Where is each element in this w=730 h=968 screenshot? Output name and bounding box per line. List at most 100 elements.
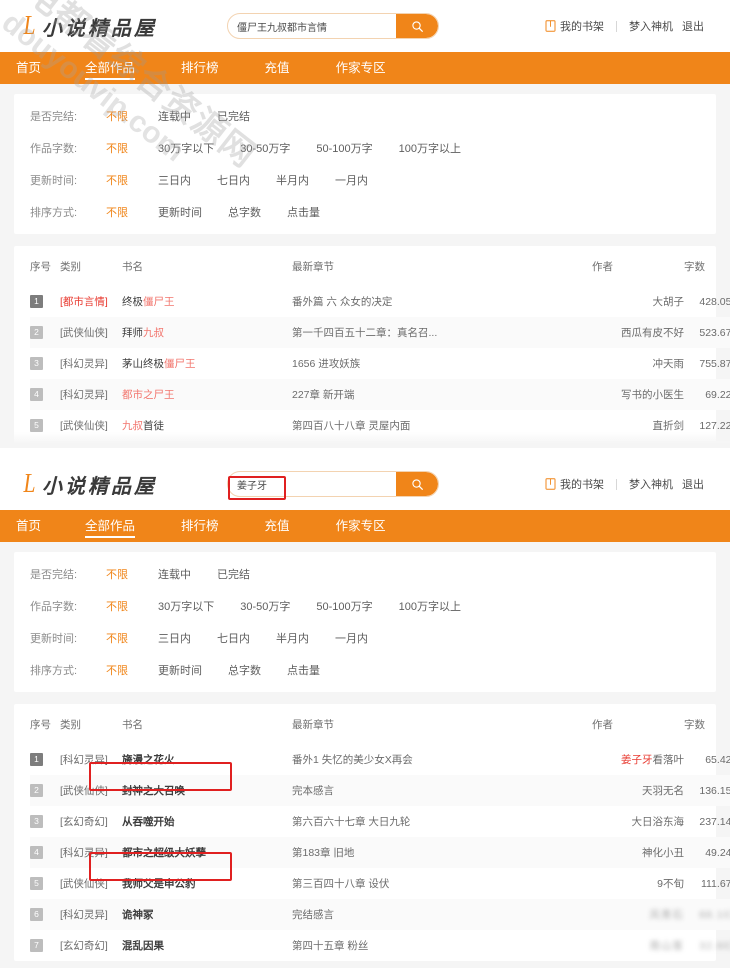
search-button-bottom[interactable] [396,472,438,496]
my-bookshelf-link-top[interactable]: 我的书架 [545,18,604,34]
filter-option-updatetime-2-top[interactable]: 七日内 [217,172,250,188]
table-row[interactable]: 2 [武侠仙侠]封神之大召唤 完本感言 天羽无名 136.15万 [30,775,730,806]
row-category[interactable]: [科幻灵异] [60,899,122,930]
filter-option-wordcount-1-bottom[interactable]: 30万字以下 [158,598,214,614]
table-row[interactable]: 7 [玄幻奇幻]混乱因果 第四十五章 粉丝 南山客 32.60万 [30,930,730,961]
row-book-name[interactable]: 从九叔开始 [122,441,292,448]
row-category[interactable]: [武侠仙侠] [60,410,122,441]
filter-option-sort-2-top[interactable]: 总字数 [228,204,261,220]
row-latest-chapter[interactable]: 1656 进攻妖族 [292,348,592,379]
row-book-name[interactable]: 旖漫之花火 [122,744,292,775]
search-input-bottom[interactable] [228,472,396,496]
table-row[interactable]: 4 [科幻灵异] 都市之尸王 227章 新开端 写书的小医生 69.22万 [30,379,730,410]
filter-option-status-2-bottom[interactable]: 已完结 [217,566,250,582]
filter-option-updatetime-2-bottom[interactable]: 七日内 [217,630,250,646]
row-category[interactable]: [科幻灵异] [60,379,122,410]
username-link-bottom[interactable]: 梦入神机 [629,476,673,492]
nav-item-recharge-top[interactable]: 充值 [265,58,290,79]
row-book-name[interactable]: 都市之尸王 [122,379,292,410]
nav-item-ranking-top[interactable]: 排行榜 [181,58,219,79]
filter-option-sort-3-bottom[interactable]: 点击量 [287,662,320,678]
row-book-name[interactable]: 拜师九叔 [122,317,292,348]
filter-option-status-1-top[interactable]: 连载中 [158,108,191,124]
row-latest-chapter[interactable]: 第183章 旧地 [292,837,592,868]
row-book-name[interactable]: 都市之超级大妖孽 [122,837,292,868]
nav-item-recharge-bottom[interactable]: 充值 [265,516,290,537]
row-latest-chapter[interactable]: 第四百八十八章 灵屋内面 [292,410,592,441]
filter-option-wordcount-0-top[interactable]: 不限 [106,140,128,156]
row-book-name[interactable]: 从吞噬开始 [122,806,292,837]
row-latest-chapter[interactable]: 完结感言 [292,899,592,930]
filter-option-updatetime-0-bottom[interactable]: 不限 [106,630,128,646]
filter-option-wordcount-2-bottom[interactable]: 30-50万字 [240,598,290,614]
row-book-name[interactable]: 终极僵尸王 [122,286,292,317]
nav-item-home-top[interactable]: 首页 [16,58,41,79]
logout-link-top[interactable]: 退出 [682,18,704,34]
row-category[interactable]: [玄幻奇幻] [60,806,122,837]
filter-option-sort-1-bottom[interactable]: 更新时间 [158,662,202,678]
filter-option-sort-2-bottom[interactable]: 总字数 [228,662,261,678]
table-row[interactable]: 5 [武侠仙侠]我师父是申公豹 第三百四十八章 设伏 9不旬 111.67万 [30,868,730,899]
row-category[interactable]: [玄幻奇幻] [60,930,122,961]
row-book-name[interactable]: 九叔首徒 [122,410,292,441]
row-latest-chapter[interactable]: 第八十五章：喜手的 [292,441,592,448]
filter-option-wordcount-3-top[interactable]: 50-100万字 [316,140,372,156]
row-category[interactable]: [武侠仙侠] [60,775,122,806]
row-category[interactable]: [科幻灵异] [60,441,122,448]
filter-option-status-2-top[interactable]: 已完结 [217,108,250,124]
row-latest-chapter[interactable]: 番外1 失忆的美少女X再会 [292,744,592,775]
row-latest-chapter[interactable]: 番外篇 六 众女的决定 [292,286,592,317]
filter-option-wordcount-1-top[interactable]: 30万字以下 [158,140,214,156]
filter-option-sort-3-top[interactable]: 点击量 [287,204,320,220]
filter-option-updatetime-3-top[interactable]: 半月内 [276,172,309,188]
username-link-top[interactable]: 梦入神机 [629,18,673,34]
row-category[interactable]: [武侠仙侠] [60,868,122,899]
row-latest-chapter[interactable]: 第一千四百五十二章：真名召... [292,317,592,348]
logout-link-bottom[interactable]: 退出 [682,476,704,492]
filter-option-sort-0-top[interactable]: 不限 [106,204,128,220]
row-book-name[interactable]: 诡神冢 [122,899,292,930]
nav-item-all-works-top[interactable]: 全部作品 [85,58,136,80]
site-logo-bottom[interactable]: L 小说精品屋 [22,469,227,499]
filter-option-updatetime-4-bottom[interactable]: 一月内 [335,630,368,646]
site-logo[interactable]: L 小说精品屋 [22,11,227,41]
row-category[interactable]: [都市言情] [60,286,122,317]
table-row[interactable]: 3 [科幻灵异] 茅山终极僵尸王 1656 进攻妖族 冲天雨 755.87万 [30,348,730,379]
row-latest-chapter[interactable]: 第四十五章 粉丝 [292,930,592,961]
row-latest-chapter[interactable]: 第三百四十八章 设伏 [292,868,592,899]
filter-option-wordcount-0-bottom[interactable]: 不限 [106,598,128,614]
filter-option-status-0-top[interactable]: 不限 [106,108,128,124]
row-category[interactable]: [科幻灵异] [60,744,122,775]
filter-option-updatetime-4-top[interactable]: 一月内 [335,172,368,188]
row-latest-chapter[interactable]: 第六百六十七章 大日九轮 [292,806,592,837]
nav-item-author-zone-top[interactable]: 作家专区 [336,58,386,79]
my-bookshelf-link-bottom[interactable]: 我的书架 [545,476,604,492]
row-book-name[interactable]: 封神之大召唤 [122,775,292,806]
filter-option-updatetime-1-bottom[interactable]: 三日内 [158,630,191,646]
search-input-top[interactable] [228,14,396,38]
table-row[interactable]: 6[科幻灵异]从九叔开始第八十五章：喜手的林白首146.73万 [30,441,730,448]
filter-option-wordcount-4-bottom[interactable]: 100万字以上 [399,598,461,614]
row-book-name[interactable]: 我师父是申公豹 [122,868,292,899]
nav-item-ranking-bottom[interactable]: 排行榜 [181,516,219,537]
filter-option-updatetime-3-bottom[interactable]: 半月内 [276,630,309,646]
table-row[interactable]: 4 [科幻灵异]都市之超级大妖孽 第183章 旧地 神化小丑 49.24万 [30,837,730,868]
search-box-top[interactable] [227,13,439,39]
row-book-name[interactable]: 茅山终极僵尸王 [122,348,292,379]
filter-option-wordcount-3-bottom[interactable]: 50-100万字 [316,598,372,614]
search-button-top[interactable] [396,14,438,38]
nav-item-all-works-bottom[interactable]: 全部作品 [85,516,136,538]
table-row[interactable]: 2 [武侠仙侠] 拜师九叔 第一千四百五十二章：真名召... 西瓜有皮不好 523.67万 [30,317,730,348]
row-category[interactable]: [科幻灵异] [60,348,122,379]
row-latest-chapter[interactable]: 完本感言 [292,775,592,806]
filter-option-status-1-bottom[interactable]: 连载中 [158,566,191,582]
filter-option-wordcount-4-top[interactable]: 100万字以上 [399,140,461,156]
filter-option-updatetime-0-top[interactable]: 不限 [106,172,128,188]
table-row[interactable]: 5 [武侠仙侠] 九叔首徒 第四百八十八章 灵屋内面 直折剑 127.22万 [30,410,730,441]
row-category[interactable]: [科幻灵异] [60,837,122,868]
nav-item-author-zone-bottom[interactable]: 作家专区 [336,516,386,537]
table-row[interactable]: 6 [科幻灵异]诡神冢 完结感言 风青石 88.10万 [30,899,730,930]
table-row[interactable]: 1 [都市言情] 终极僵尸王 番外篇 六 众女的决定 大胡子 428.05万 [30,286,730,317]
filter-option-sort-1-top[interactable]: 更新时间 [158,204,202,220]
nav-item-home-bottom[interactable]: 首页 [16,516,41,537]
